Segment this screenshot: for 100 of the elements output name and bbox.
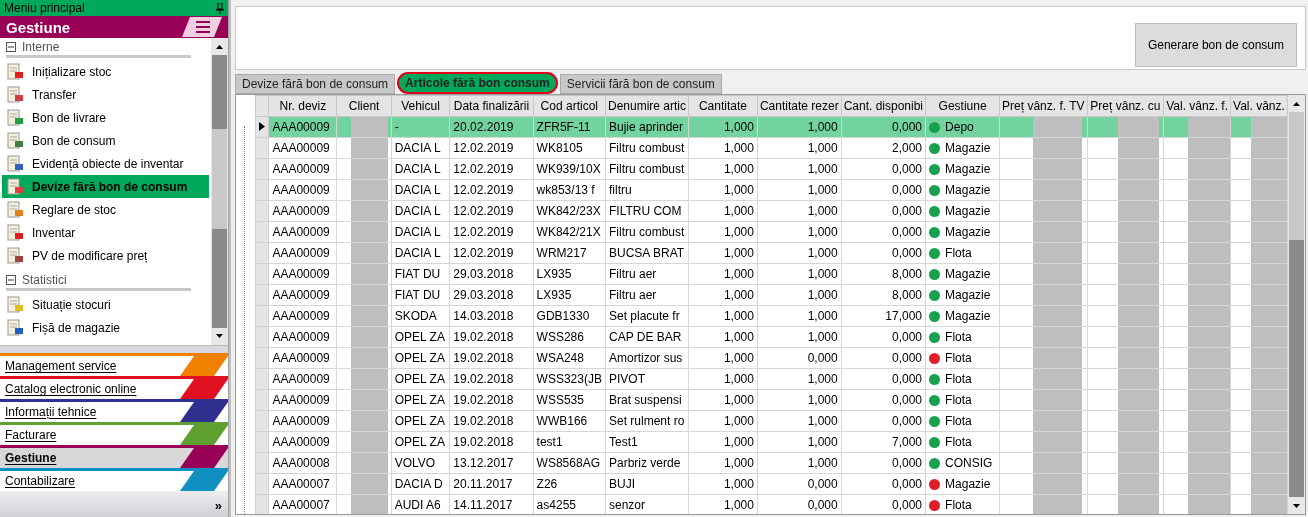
redaction-bar — [1187, 222, 1230, 242]
column-header[interactable]: Nr. deviz — [268, 95, 337, 117]
redaction-bar — [1032, 432, 1083, 452]
redaction-bar — [1032, 117, 1083, 137]
redaction-bar — [350, 180, 389, 200]
redaction-bar — [350, 306, 389, 326]
column-header[interactable]: Data finalizării — [449, 95, 534, 117]
redaction-bar — [1251, 159, 1287, 179]
column-header[interactable]: Gestiune — [925, 95, 1000, 117]
pin-icon[interactable] — [216, 2, 224, 14]
redaction-bar — [1032, 348, 1083, 368]
group-header[interactable]: Interne — [6, 38, 191, 58]
redaction-bar — [1117, 138, 1160, 158]
tab[interactable]: Articole fără bon consum — [397, 72, 558, 94]
nav-item[interactable]: Informații tehnice — [0, 399, 228, 422]
redaction-bar — [1032, 453, 1083, 473]
redaction-bar — [1187, 306, 1230, 326]
column-header[interactable]: Val. vânz. — [1230, 95, 1288, 117]
nav-item[interactable]: Contabilizare — [0, 468, 228, 491]
nav-item[interactable]: Catalog electronic online — [0, 376, 228, 399]
redaction-bar — [1117, 306, 1160, 326]
column-header[interactable]: Preț vânz. f. TV — [999, 95, 1088, 117]
redaction-bar — [1117, 243, 1160, 263]
column-header[interactable]: Cod articol — [533, 95, 606, 117]
collapse-icon[interactable] — [6, 41, 16, 52]
redaction-bar — [1117, 117, 1160, 137]
redaction-bar — [1187, 327, 1230, 347]
redaction-bar — [1187, 348, 1230, 368]
menu-item[interactable]: Transfer — [2, 83, 209, 106]
redaction-bar — [1251, 348, 1287, 368]
menu-item[interactable]: Reglare de stoc — [2, 198, 209, 221]
more-button[interactable]: » — [214, 498, 222, 513]
redaction-bar — [350, 138, 389, 158]
redaction-bar — [1032, 495, 1083, 514]
scroll-down-icon[interactable] — [1293, 503, 1300, 508]
column-header[interactable]: Preț vânz. cu — [1087, 95, 1164, 117]
redaction-bar — [350, 453, 389, 473]
scroll-down-icon[interactable] — [216, 334, 223, 339]
menu-item[interactable]: Bon de consum — [2, 129, 209, 152]
menu-item[interactable]: Devize fără bon de consum — [2, 175, 209, 198]
redaction-bar — [350, 474, 389, 494]
column-header[interactable]: Val. vânz. f. — [1163, 95, 1231, 117]
tab[interactable]: Devize fără bon de consum — [235, 74, 396, 94]
nav-item[interactable]: Facturare — [0, 422, 228, 445]
redaction-bar — [1251, 138, 1287, 158]
menu-item[interactable]: Situație stocuri — [2, 293, 209, 316]
column-header[interactable]: Cantitate — [688, 95, 758, 117]
redaction-bar — [1117, 453, 1160, 473]
redaction-bar — [1187, 453, 1230, 473]
redaction-bar — [1187, 117, 1230, 137]
redaction-bar — [1187, 159, 1230, 179]
column-header[interactable]: Vehicul — [391, 95, 450, 117]
scroll-thumb[interactable] — [212, 55, 227, 130]
scroll-up-icon[interactable] — [216, 44, 223, 49]
redaction-bar — [1187, 390, 1230, 410]
redaction-bar — [1117, 474, 1160, 494]
menu-item[interactable]: PV de modificare preț — [2, 244, 209, 267]
column-header[interactable]: Cantitate rezer — [757, 95, 842, 117]
redaction-bar — [1117, 432, 1160, 452]
redaction-bar — [1251, 411, 1287, 431]
redaction-bar — [1187, 264, 1230, 284]
redaction-bar — [1032, 390, 1083, 410]
redaction-bar — [1251, 495, 1287, 514]
menu-item[interactable]: Inventar — [2, 221, 209, 244]
redaction-bar — [1117, 390, 1160, 410]
menu-item[interactable]: Bon de livrare — [2, 106, 209, 129]
scroll-thumb[interactable] — [1289, 240, 1304, 497]
tab[interactable]: Servicii fără bon de consum — [559, 74, 722, 94]
column-header[interactable]: Cant. disponibi — [841, 95, 926, 117]
collapse-icon[interactable] — [6, 274, 16, 285]
redaction-bar — [350, 285, 389, 305]
redaction-bar — [1251, 306, 1287, 326]
redaction-bar — [1117, 264, 1160, 284]
redaction-bar — [1032, 474, 1083, 494]
nav-item[interactable]: Management service — [0, 353, 228, 376]
group-header[interactable]: Statistici — [6, 271, 191, 291]
column-header[interactable]: Denumire artic — [605, 95, 689, 117]
redaction-bar — [1032, 327, 1083, 347]
redaction-bar — [1117, 495, 1160, 514]
redaction-bar — [350, 243, 389, 263]
redaction-bar — [1187, 138, 1230, 158]
redaction-bar — [1251, 243, 1287, 263]
redaction-bar — [350, 222, 389, 242]
menu-item[interactable]: Evidență obiecte de inventar — [2, 152, 209, 175]
scroll-up-icon[interactable] — [1293, 101, 1300, 106]
scrollbar[interactable] — [211, 38, 228, 345]
redaction-bar — [1117, 201, 1160, 221]
redaction-bar — [1251, 453, 1287, 473]
nav-item[interactable]: Gestiune — [0, 445, 228, 468]
menu-item[interactable]: Inițializare stoc — [2, 60, 209, 83]
redaction-bar — [350, 159, 389, 179]
redaction-bar — [1251, 201, 1287, 221]
redaction-bar — [1187, 495, 1230, 514]
generate-button[interactable]: Generare bon de consum — [1134, 23, 1297, 67]
scrollbar[interactable] — [1288, 95, 1305, 514]
redaction-bar — [1032, 222, 1083, 242]
menu-item[interactable]: Fișă de magazie — [2, 316, 209, 339]
column-header[interactable]: Client — [336, 95, 392, 117]
redaction-bar — [1117, 327, 1160, 347]
redaction-bar — [1032, 138, 1083, 158]
